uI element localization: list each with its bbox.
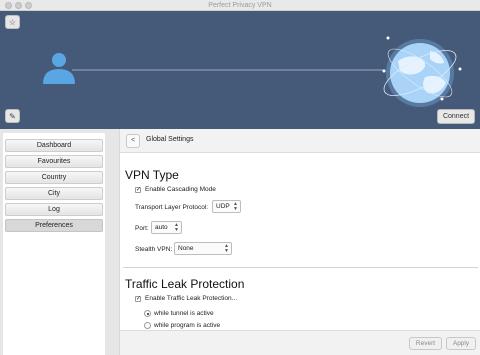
cascading-mode-checkbox[interactable]: ✓ (135, 187, 141, 193)
transport-protocol-value: UDP (216, 203, 230, 210)
port-select[interactable]: auto ▲ ▼ (151, 221, 182, 234)
program-active-label: while program is active (154, 322, 221, 329)
revert-button[interactable]: Revert (409, 337, 442, 350)
tunnel-active-label: while tunnel is active (154, 310, 214, 317)
window-title: Perfect Privacy VPN (208, 2, 272, 9)
back-button[interactable]: < (126, 134, 140, 148)
sidebar-item-preferences[interactable]: Preferences (5, 219, 103, 232)
select-chevron-icon: ▲ ▼ (174, 222, 179, 233)
tools-button[interactable]: ✎ (5, 109, 20, 123)
settings-footer: Revert Apply (120, 330, 480, 355)
traffic-leak-heading: Traffic Leak Protection (125, 277, 245, 291)
split-divider[interactable] (109, 129, 119, 355)
page-title: Global Settings (146, 136, 194, 143)
tunnel-active-radio[interactable] (144, 310, 151, 317)
title-bar: Perfect Privacy VPN (0, 0, 480, 11)
connect-button[interactable]: Connect (437, 109, 475, 124)
traffic-leak-label: Enable Traffic Leak Protection... (145, 295, 238, 302)
stealth-vpn-select[interactable]: None ▲ ▼ (174, 242, 232, 255)
user-icon (43, 53, 75, 84)
sidebar-item-dashboard[interactable]: Dashboard (5, 139, 103, 152)
globe-icon (382, 36, 462, 107)
cascading-mode-label: Enable Cascading Mode (145, 186, 216, 193)
stealth-vpn-value: None (178, 245, 194, 252)
settings-panel: < Global Settings VPN Type ✓ Enable Casc… (119, 129, 480, 355)
traffic-leak-checkbox[interactable]: ✓ (135, 296, 141, 302)
sidebar-panel: Dashboard Favourites Country City Log Pr… (3, 133, 105, 355)
port-value: auto (155, 224, 168, 231)
app-window: Perfect Privacy VPN ☆ ✎ Connect Dashboar… (0, 0, 480, 355)
stealth-vpn-label: Stealth VPN: (135, 246, 173, 253)
sidebar-item-favourites[interactable]: Favourites (5, 155, 103, 168)
transport-protocol-select[interactable]: UDP ▲ ▼ (212, 200, 241, 213)
vpn-type-heading: VPN Type (125, 168, 179, 182)
select-chevron-icon: ▲ ▼ (233, 201, 238, 212)
sidebar-item-log[interactable]: Log (5, 203, 103, 216)
program-active-radio[interactable] (144, 322, 151, 329)
apply-button[interactable]: Apply (446, 337, 476, 350)
connection-graphic (43, 36, 462, 107)
sidebar-item-city[interactable]: City (5, 187, 103, 200)
settings-header: < Global Settings (120, 129, 480, 153)
select-chevron-icon: ▲ ▼ (224, 243, 229, 254)
section-divider (123, 267, 478, 268)
tools-icon: ✎ (9, 111, 16, 121)
connection-hero: ☆ ✎ Connect (0, 11, 480, 129)
sidebar: Dashboard Favourites Country City Log Pr… (0, 129, 109, 355)
port-label: Port: (135, 225, 149, 232)
sidebar-item-country[interactable]: Country (5, 171, 103, 184)
transport-protocol-label: Transport Layer Protocol: (135, 204, 209, 211)
